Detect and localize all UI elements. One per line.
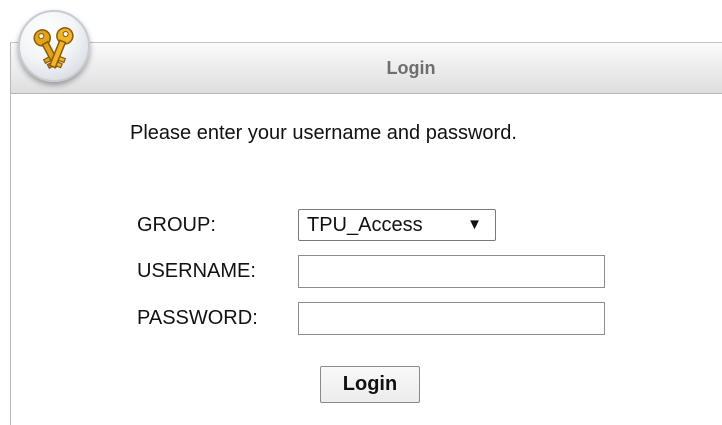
keys-icon <box>18 10 90 82</box>
dropdown-arrow-icon: ▼ <box>467 216 482 233</box>
panel-border <box>10 42 11 425</box>
password-label: PASSWORD: <box>137 307 258 329</box>
username-input[interactable] <box>298 255 605 288</box>
login-page: Login Please enter your username and pas <box>0 0 722 425</box>
group-selected-value: TPU_Access <box>307 214 423 236</box>
password-input[interactable] <box>298 302 605 335</box>
group-select[interactable]: TPU_Access ▼ <box>298 209 496 241</box>
username-label: USERNAME: <box>137 260 256 282</box>
login-instructions: Please enter your username and password. <box>130 122 517 144</box>
group-label: GROUP: <box>137 214 216 236</box>
login-header: Login <box>10 42 722 94</box>
login-button[interactable]: Login <box>320 366 420 403</box>
header-title: Login <box>386 58 436 78</box>
